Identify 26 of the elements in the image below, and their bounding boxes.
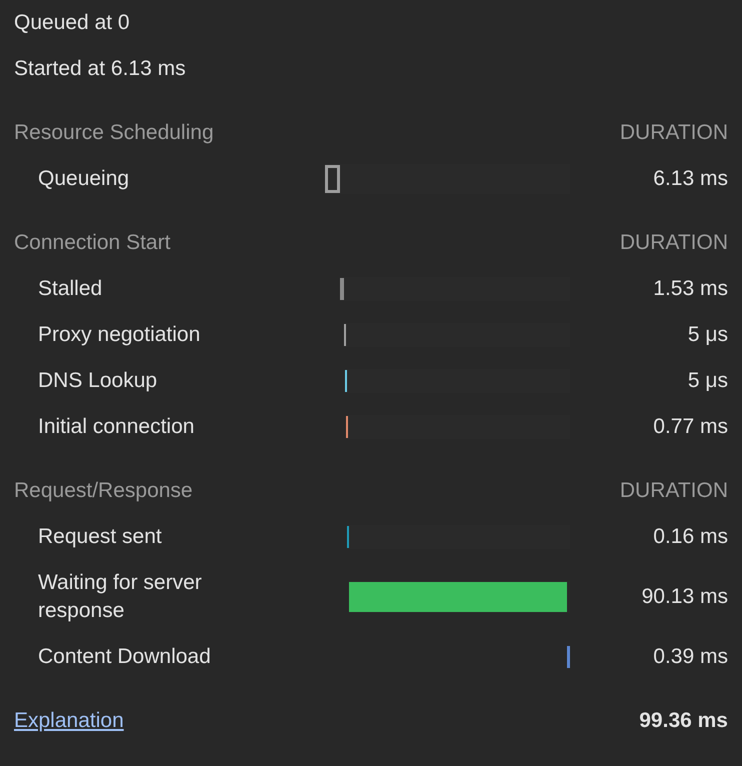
- duration-value: 1.53 ms: [652, 276, 729, 302]
- timing-label: Content Download: [37, 644, 212, 670]
- column-heading: DURATION: [620, 478, 728, 504]
- timing-label: Request sent: [37, 524, 163, 550]
- timing-label: Queueing: [37, 166, 130, 192]
- section-title: Request/Response: [14, 478, 193, 504]
- timing-label: Proxy negotiation: [37, 322, 202, 348]
- total-duration: 99.36 ms: [639, 708, 728, 734]
- duration-value: 6.13 ms: [652, 166, 729, 192]
- duration-value: 90.13 ms: [640, 584, 729, 610]
- duration-value: 0.39 ms: [652, 644, 729, 670]
- column-heading: DURATION: [620, 230, 728, 256]
- column-heading: DURATION: [620, 120, 728, 146]
- duration-value: 0.77 ms: [652, 414, 729, 440]
- explanation-link[interactable]: Explanation: [14, 705, 124, 737]
- queued-at-text: Queued at 0: [13, 10, 131, 36]
- timing-label: Initial connection: [37, 414, 196, 440]
- timing-label: Waiting for server response: [37, 570, 203, 624]
- duration-value: 5 μs: [686, 322, 729, 348]
- duration-value: 5 μs: [686, 368, 729, 394]
- section-title: Resource Scheduling: [14, 120, 214, 146]
- timing-label: Stalled: [37, 276, 104, 302]
- section-title: Connection Start: [14, 230, 170, 256]
- duration-value: 0.16 ms: [652, 524, 729, 550]
- started-at-text: Started at 6.13 ms: [13, 56, 187, 82]
- timing-label: DNS Lookup: [37, 368, 158, 394]
